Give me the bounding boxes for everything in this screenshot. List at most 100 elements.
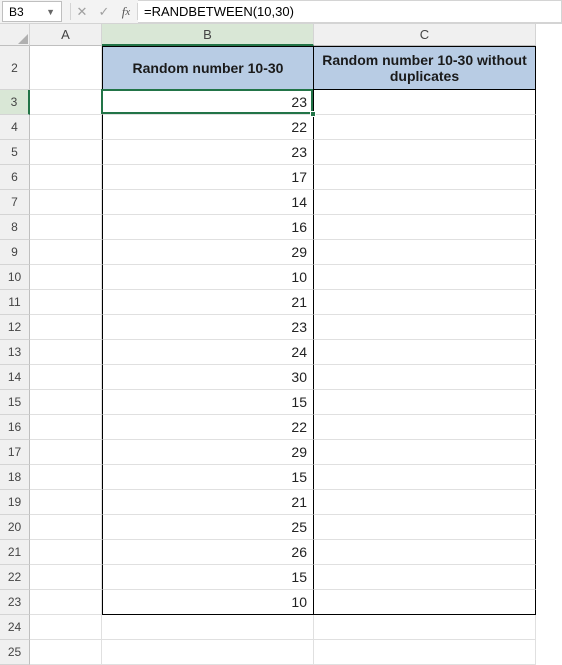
- row-header-2[interactable]: 2: [0, 46, 30, 90]
- cell-A23[interactable]: [30, 590, 102, 615]
- cell-A18[interactable]: [30, 465, 102, 490]
- cell-A7[interactable]: [30, 190, 102, 215]
- cell-B15[interactable]: 15: [102, 390, 314, 415]
- row-header-10[interactable]: 10: [0, 265, 30, 290]
- cell-C5[interactable]: [314, 140, 536, 165]
- cell-A8[interactable]: [30, 215, 102, 240]
- cell-C18[interactable]: [314, 465, 536, 490]
- cell-A24[interactable]: [30, 615, 102, 640]
- cell-A5[interactable]: [30, 140, 102, 165]
- cell-C20[interactable]: [314, 515, 536, 540]
- row-header-21[interactable]: 21: [0, 540, 30, 565]
- cell-C12[interactable]: [314, 315, 536, 340]
- cell-C21[interactable]: [314, 540, 536, 565]
- row-header-24[interactable]: 24: [0, 615, 30, 640]
- row-header-23[interactable]: 23: [0, 590, 30, 615]
- cell-B25[interactable]: [102, 640, 314, 665]
- row-header-16[interactable]: 16: [0, 415, 30, 440]
- cell-A14[interactable]: [30, 365, 102, 390]
- cell-A17[interactable]: [30, 440, 102, 465]
- cell-B10[interactable]: 10: [102, 265, 314, 290]
- row-header-5[interactable]: 5: [0, 140, 30, 165]
- cell-C6[interactable]: [314, 165, 536, 190]
- cell-B23[interactable]: 10: [102, 590, 314, 615]
- cell-C3[interactable]: [314, 90, 536, 115]
- cell-B22[interactable]: 15: [102, 565, 314, 590]
- row-header-6[interactable]: 6: [0, 165, 30, 190]
- row-header-17[interactable]: 17: [0, 440, 30, 465]
- cell-C22[interactable]: [314, 565, 536, 590]
- cell-B18[interactable]: 15: [102, 465, 314, 490]
- row-header-15[interactable]: 15: [0, 390, 30, 415]
- cell-B19[interactable]: 21: [102, 490, 314, 515]
- cell-B7[interactable]: 14: [102, 190, 314, 215]
- cell-C24[interactable]: [314, 615, 536, 640]
- cell-A12[interactable]: [30, 315, 102, 340]
- cell-A10[interactable]: [30, 265, 102, 290]
- cell-B24[interactable]: [102, 615, 314, 640]
- formula-input[interactable]: =RANDBETWEEN(10,30): [138, 0, 562, 23]
- cell-A20[interactable]: [30, 515, 102, 540]
- cell-C2[interactable]: Random number 10-30 without duplicates: [314, 46, 536, 90]
- row-header-20[interactable]: 20: [0, 515, 30, 540]
- row-header-9[interactable]: 9: [0, 240, 30, 265]
- cell-B6[interactable]: 17: [102, 165, 314, 190]
- cell-B20[interactable]: 25: [102, 515, 314, 540]
- cell-B11[interactable]: 21: [102, 290, 314, 315]
- cell-C10[interactable]: [314, 265, 536, 290]
- cell-C11[interactable]: [314, 290, 536, 315]
- cell-A9[interactable]: [30, 240, 102, 265]
- cell-A2[interactable]: [30, 46, 102, 90]
- select-all-corner[interactable]: [0, 24, 30, 46]
- cell-A11[interactable]: [30, 290, 102, 315]
- name-box[interactable]: B3 ▼: [2, 1, 62, 22]
- cell-A13[interactable]: [30, 340, 102, 365]
- cell-A3[interactable]: [30, 90, 102, 115]
- cell-C8[interactable]: [314, 215, 536, 240]
- cell-C7[interactable]: [314, 190, 536, 215]
- cell-A25[interactable]: [30, 640, 102, 665]
- cell-C4[interactable]: [314, 115, 536, 140]
- row-header-13[interactable]: 13: [0, 340, 30, 365]
- cell-A21[interactable]: [30, 540, 102, 565]
- row-header-18[interactable]: 18: [0, 465, 30, 490]
- cell-B21[interactable]: 26: [102, 540, 314, 565]
- row-header-25[interactable]: 25: [0, 640, 30, 665]
- cell-C13[interactable]: [314, 340, 536, 365]
- column-header-C[interactable]: C: [314, 24, 536, 46]
- row-header-11[interactable]: 11: [0, 290, 30, 315]
- cell-C23[interactable]: [314, 590, 536, 615]
- row-header-12[interactable]: 12: [0, 315, 30, 340]
- cell-A19[interactable]: [30, 490, 102, 515]
- row-header-14[interactable]: 14: [0, 365, 30, 390]
- row-header-3[interactable]: 3: [0, 90, 30, 115]
- cell-C9[interactable]: [314, 240, 536, 265]
- row-header-7[interactable]: 7: [0, 190, 30, 215]
- fx-icon[interactable]: fx: [115, 0, 137, 23]
- cell-B4[interactable]: 22: [102, 115, 314, 140]
- cell-B8[interactable]: 16: [102, 215, 314, 240]
- cell-B9[interactable]: 29: [102, 240, 314, 265]
- cell-B5[interactable]: 23: [102, 140, 314, 165]
- cell-B16[interactable]: 22: [102, 415, 314, 440]
- cell-B13[interactable]: 24: [102, 340, 314, 365]
- row-header-8[interactable]: 8: [0, 215, 30, 240]
- cell-B12[interactable]: 23: [102, 315, 314, 340]
- cell-C19[interactable]: [314, 490, 536, 515]
- fill-handle[interactable]: [310, 111, 316, 117]
- row-header-4[interactable]: 4: [0, 115, 30, 140]
- cell-A22[interactable]: [30, 565, 102, 590]
- cell-C15[interactable]: [314, 390, 536, 415]
- cell-C16[interactable]: [314, 415, 536, 440]
- column-header-A[interactable]: A: [30, 24, 102, 46]
- row-header-19[interactable]: 19: [0, 490, 30, 515]
- cell-C17[interactable]: [314, 440, 536, 465]
- column-header-B[interactable]: B: [102, 24, 314, 46]
- cell-A6[interactable]: [30, 165, 102, 190]
- cell-B3[interactable]: 23: [102, 90, 314, 115]
- cell-A15[interactable]: [30, 390, 102, 415]
- cell-B14[interactable]: 30: [102, 365, 314, 390]
- cell-C14[interactable]: [314, 365, 536, 390]
- spreadsheet-grid[interactable]: A B C 2Random number 10-30Random number …: [0, 24, 562, 665]
- cell-C25[interactable]: [314, 640, 536, 665]
